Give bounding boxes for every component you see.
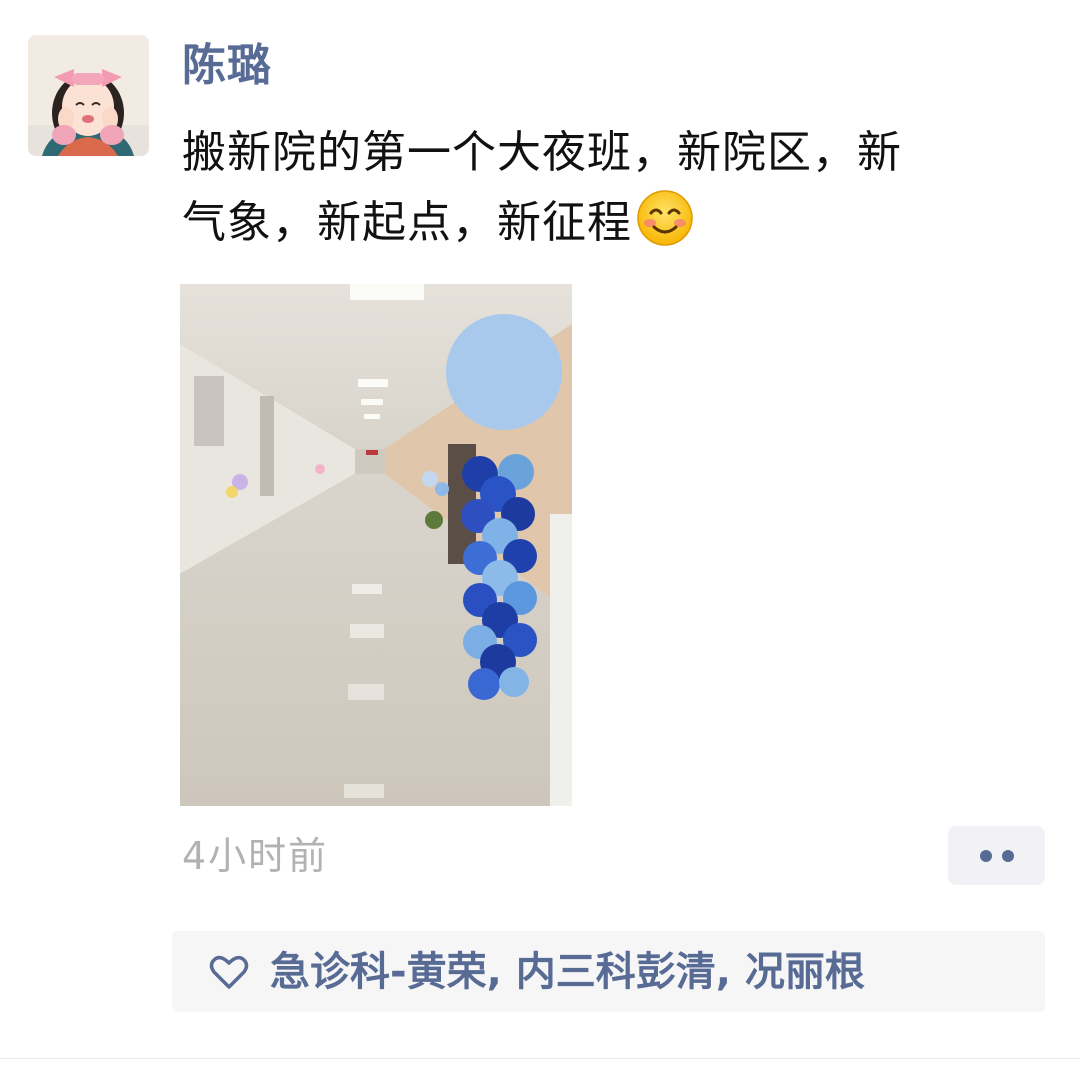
divider: [0, 1058, 1080, 1059]
more-actions-button[interactable]: [948, 826, 1045, 885]
likes-bar: 急诊科-黄荣, 内三科彭清, 况丽根: [172, 931, 1045, 1012]
heart-icon: [209, 955, 249, 989]
post-content-line-2: 气象，新起点，新征程: [182, 188, 1032, 258]
dot-icon: [979, 849, 992, 862]
avatar[interactable]: [28, 35, 149, 156]
like-names[interactable]: 急诊科-黄荣, 内三科彭清, 况丽根: [270, 946, 865, 998]
hospital-corridor-balloon-photo: [180, 284, 572, 806]
post-content: 搬新院的第一个大夜班，新院区，新 气象，新起点，新征程: [182, 118, 1032, 258]
avatar-image: [28, 35, 149, 156]
post-time: 4小时前: [182, 834, 329, 878]
moment-post: 陈璐 搬新院的第一个大夜班，新院区，新 气象，新起点，新征程 4小时前 急诊科-…: [0, 0, 1080, 1080]
author-name[interactable]: 陈璐: [182, 36, 272, 96]
dot-icon: [1001, 849, 1014, 862]
post-content-line-2-text: 气象，新起点，新征程: [182, 197, 632, 248]
smiling-face-icon: [637, 190, 693, 246]
post-photo[interactable]: [180, 284, 572, 806]
post-content-line-1: 搬新院的第一个大夜班，新院区，新: [182, 127, 902, 178]
